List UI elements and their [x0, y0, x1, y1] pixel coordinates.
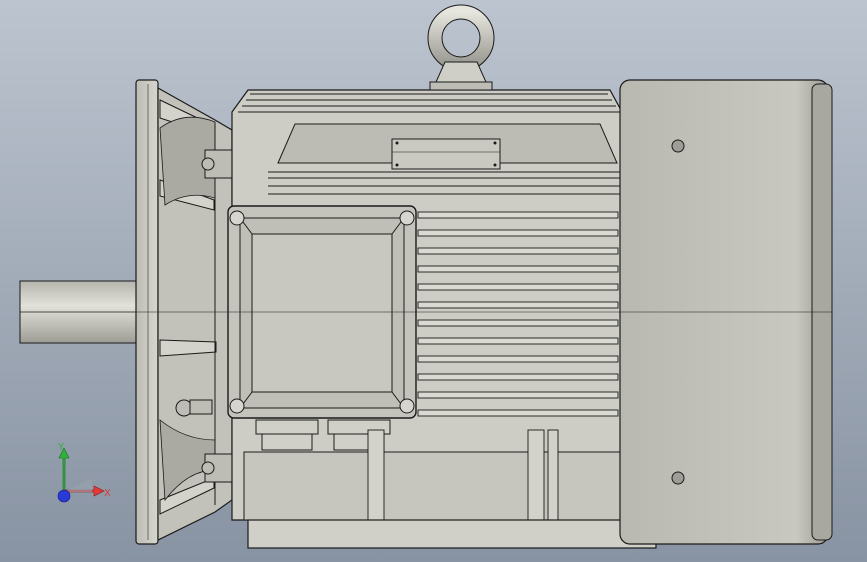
triad-z-axis — [57, 489, 71, 503]
triad-y-axis — [58, 447, 70, 491]
orientation-triad[interactable]: Y X — [50, 440, 110, 510]
cad-3d-viewport[interactable]: Y X — [0, 0, 867, 562]
motor-model[interactable] — [0, 0, 867, 562]
motor-foot — [247, 519, 657, 549]
triad-y-label: Y — [57, 442, 65, 453]
lifting-eye-bolt — [427, 4, 495, 91]
triad-x-label: X — [104, 488, 110, 499]
